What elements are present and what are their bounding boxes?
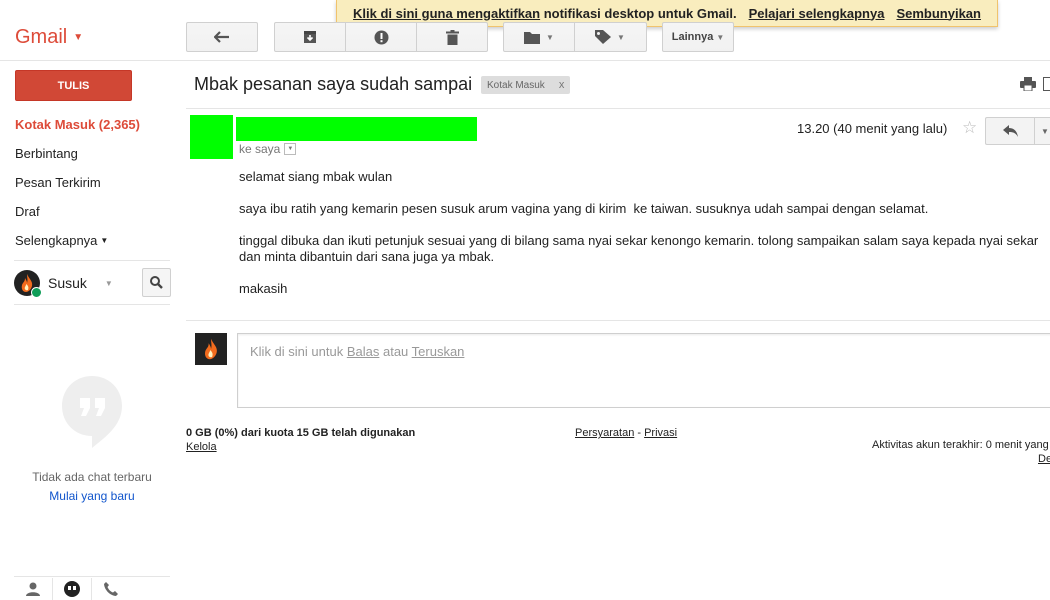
search-icon — [150, 276, 163, 289]
star-icon[interactable]: ☆ — [962, 118, 977, 138]
sender-avatar-redacted — [190, 115, 233, 159]
more-button-label: Lainnya — [671, 31, 714, 43]
online-status-icon — [31, 287, 42, 298]
gmail-logo-menu[interactable]: Gmail ▼ — [15, 26, 83, 49]
phone-icon — [104, 582, 118, 596]
print-icon[interactable] — [1020, 77, 1036, 91]
message-divider — [186, 320, 1050, 321]
notification-text: notifikasi desktop untuk Gmail. — [540, 5, 737, 21]
storage-quota: 0 GB (0%) dari kuota 15 GB telah digunak… — [186, 427, 416, 439]
reply-button[interactable] — [985, 117, 1034, 145]
organize-group: ▼ ▼ — [503, 22, 647, 52]
sidebar-divider — [14, 304, 170, 305]
avatar — [14, 270, 42, 298]
start-new-chat-link[interactable]: Mulai yang baru — [0, 489, 184, 503]
move-to-button[interactable]: ▼ — [504, 23, 575, 51]
sidebar-item-more[interactable]: Selengkapnya ▼ — [15, 226, 170, 255]
report-spam-button[interactable] — [346, 23, 417, 51]
new-window-icon[interactable] — [1043, 77, 1050, 91]
recipient-line: ke saya ▼ — [239, 142, 297, 156]
phone-tab[interactable] — [92, 578, 130, 600]
report-spam-icon — [374, 30, 388, 44]
flame-icon — [204, 338, 217, 360]
chevron-down-icon: ▼ — [546, 32, 554, 42]
hangouts-icon — [64, 581, 80, 597]
chevron-down-icon: ▼ — [716, 32, 725, 42]
avatar — [195, 333, 227, 365]
activity-details-link[interactable]: Detail — [1038, 453, 1050, 465]
terms-link[interactable]: Persyaratan — [575, 427, 634, 439]
show-details-button[interactable]: ▼ — [284, 143, 297, 155]
compose-button[interactable]: TULIS — [15, 70, 132, 101]
manage-storage-link[interactable]: Kelola — [186, 441, 217, 453]
hangouts-quote-icon — [62, 376, 122, 448]
sidebar-item-starred[interactable]: Berbintang — [15, 139, 170, 168]
body-paragraph: makasih — [239, 281, 288, 296]
message-actions-group — [274, 22, 488, 52]
folder-icon — [524, 31, 541, 44]
message-subject: Mbak pesanan saya sudah sampai — [194, 74, 473, 94]
body-paragraph: saya ibu ratih yang kemarin pesen susuk … — [239, 201, 929, 216]
chevron-down-icon: ▼ — [1041, 126, 1049, 136]
quick-reply-box[interactable]: Klik di sini untuk Balas atau Teruskan — [237, 333, 1050, 408]
message-more-button[interactable]: ▼ — [1034, 117, 1050, 145]
recipient-text: ke saya — [239, 142, 281, 156]
reply-hint-prefix: Klik di sini untuk — [250, 344, 347, 359]
hide-notification-link[interactable]: Sembunyikan — [896, 6, 981, 21]
more-button[interactable]: Lainnya ▼ — [663, 23, 733, 51]
sidebar-item-inbox[interactable]: Kotak Masuk (2,365) — [15, 110, 170, 139]
chevron-down-icon: ▼ — [617, 32, 625, 42]
sender-name-redacted — [236, 117, 477, 141]
sidebar-divider — [14, 576, 170, 577]
sidebar-divider — [14, 260, 170, 261]
hangouts-bottom-bar — [14, 578, 170, 600]
body-paragraph: tinggal dibuka dan ikuti petunjuk sesuai… — [239, 233, 1039, 264]
terms-separator: - — [634, 427, 645, 439]
chevron-down-icon: ▼ — [73, 32, 84, 43]
label-name: Kotak Masuk — [487, 79, 545, 91]
reply-hint-middle: atau — [379, 344, 412, 359]
back-to-inbox-button[interactable] — [187, 23, 257, 51]
search-people-button[interactable] — [142, 268, 171, 297]
reply-hint: Klik di sini untuk Balas atau Teruskan — [250, 344, 464, 359]
privacy-link[interactable]: Privasi — [644, 427, 677, 439]
delete-button[interactable] — [417, 23, 487, 51]
enable-notifications-link[interactable]: Klik di sini guna mengaktifkan — [353, 6, 540, 21]
forward-link[interactable]: Teruskan — [412, 344, 465, 359]
remove-label-button[interactable]: x — [559, 79, 565, 91]
chevron-down-icon: ▼ — [100, 236, 109, 245]
message-divider — [186, 108, 1050, 109]
sidebar-item-sent[interactable]: Pesan Terkirim — [15, 168, 170, 197]
contacts-tab[interactable] — [14, 578, 53, 600]
labels-button[interactable]: ▼ — [575, 23, 645, 51]
last-account-activity: Aktivitas akun terakhir: 0 menit yang la… — [872, 439, 1050, 451]
body-paragraph: selamat siang mbak wulan — [239, 169, 393, 184]
trash-icon — [445, 29, 459, 45]
archive-button[interactable] — [275, 23, 346, 51]
gmail-logo: Gmail — [15, 26, 68, 48]
chevron-down-icon: ▼ — [104, 278, 113, 288]
learn-more-link[interactable]: Pelajari selengkapnya — [749, 6, 885, 21]
reply-link[interactable]: Balas — [347, 344, 380, 359]
message-body: selamat siang mbak wulan saya ibu ratih … — [239, 169, 1039, 313]
inbox-label-chip[interactable]: Kotak Masuk x — [481, 76, 571, 94]
hangouts-user-name: Susuk — [48, 275, 87, 291]
back-button-group — [186, 22, 258, 52]
person-icon — [26, 582, 40, 596]
header-divider — [0, 60, 1050, 61]
message-time: 13.20 (40 menit yang lalu) — [797, 121, 948, 136]
more-actions-group: Lainnya ▼ — [662, 22, 734, 52]
archive-icon — [304, 31, 316, 43]
sidebar-nav: Kotak Masuk (2,365) Berbintang Pesan Ter… — [15, 110, 170, 255]
arrow-left-icon — [214, 31, 229, 43]
hangouts-tab[interactable] — [53, 578, 92, 600]
sidebar-item-more-label: Selengkapnya — [15, 233, 98, 248]
tag-icon — [595, 30, 612, 44]
reply-icon — [1002, 125, 1018, 137]
terms-privacy: Persyaratan - Privasi — [575, 427, 677, 439]
sidebar-item-drafts[interactable]: Draf — [15, 197, 170, 226]
no-recent-chat-text: Tidak ada chat terbaru — [32, 470, 152, 484]
